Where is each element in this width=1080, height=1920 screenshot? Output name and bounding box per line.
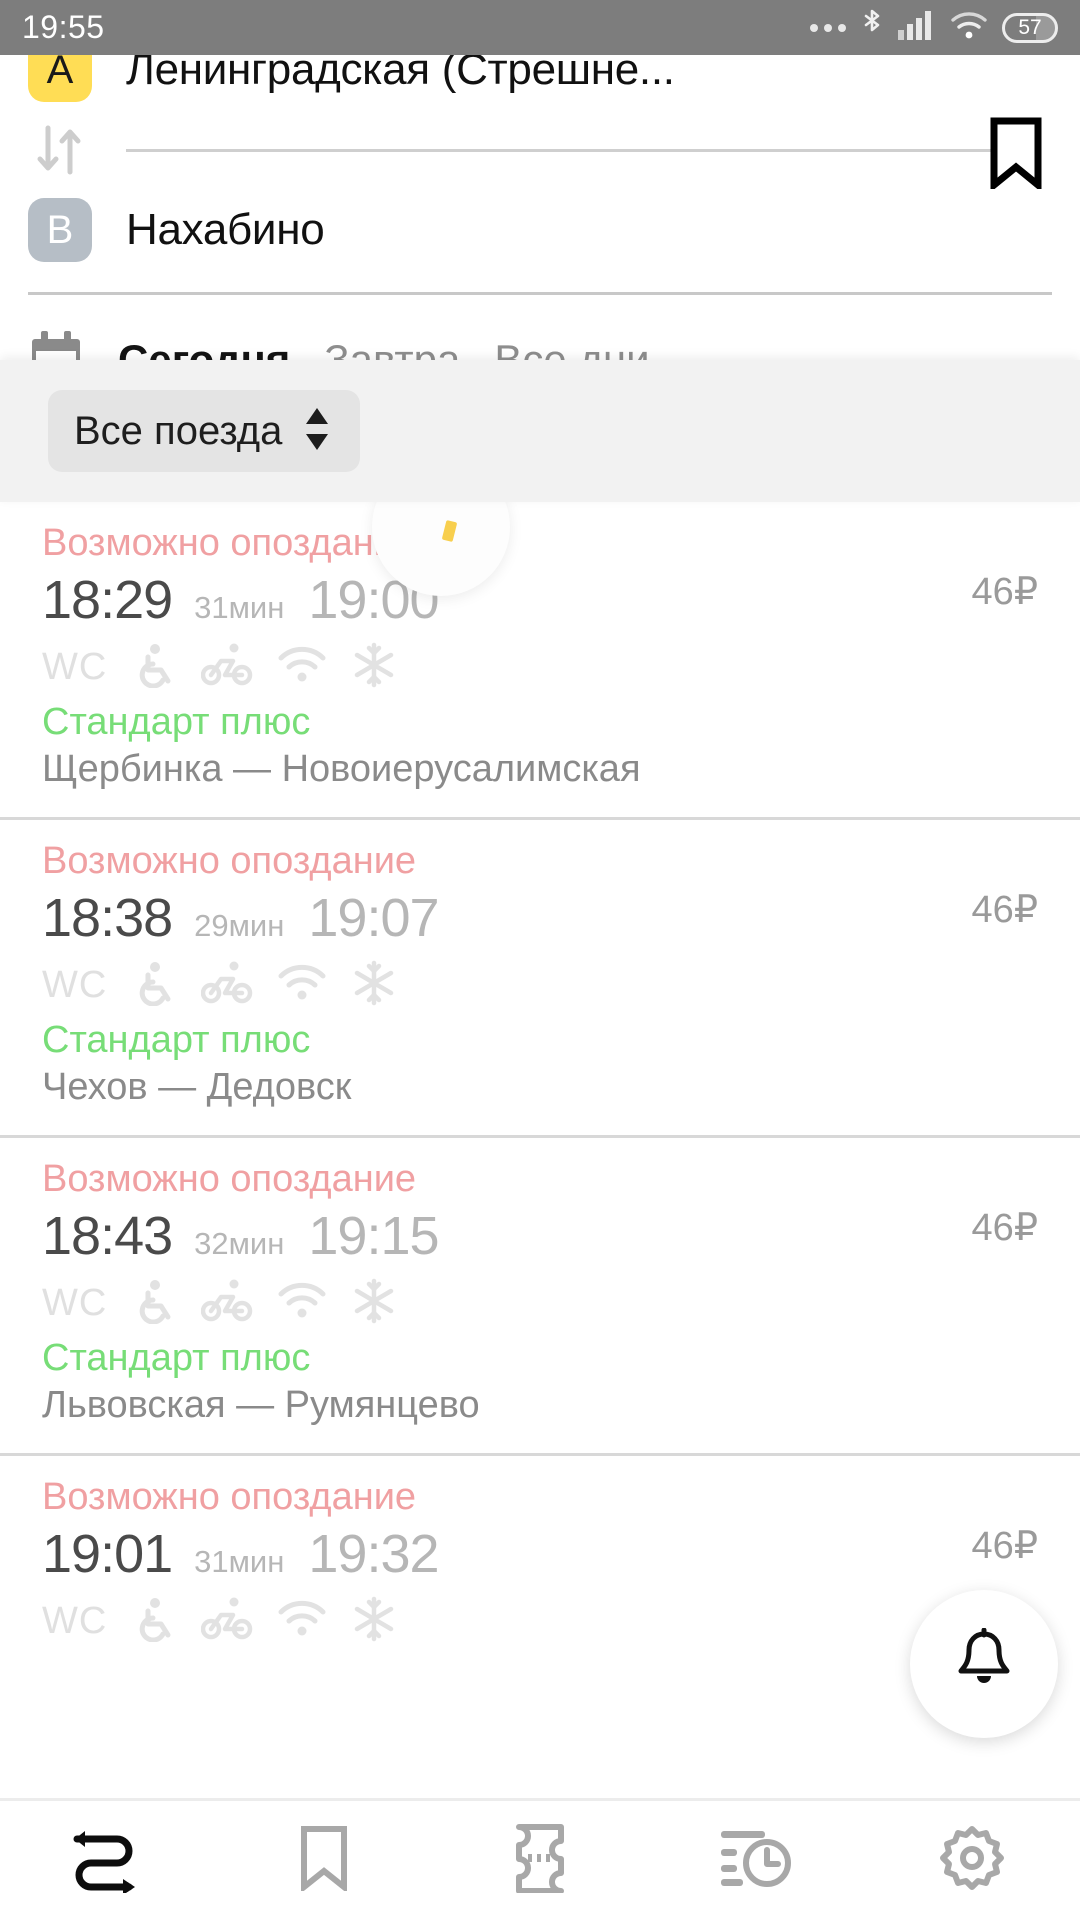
trip-departure-time: 18:43 <box>42 1206 173 1266</box>
trip-amenities: WC <box>42 1595 1038 1647</box>
snowflake-icon <box>351 1596 397 1647</box>
status-bar-clock: 19:55 <box>22 9 105 45</box>
wc-icon: WC <box>42 645 108 688</box>
to-station-row[interactable]: В Нахабино <box>28 182 1052 278</box>
status-bar-icons: 57 <box>810 8 1058 47</box>
wc-icon: WC <box>42 963 108 1006</box>
trip-arrival-time: 19:15 <box>308 1206 439 1266</box>
bookmark-icon <box>299 1825 349 1896</box>
trip-times: 19:01 31мин 19:32 46₽ <box>42 1523 1038 1585</box>
trip-price: 46₽ <box>971 571 1038 613</box>
trip-duration: 31мин <box>194 590 285 625</box>
trip-arrival-time: 19:07 <box>308 888 439 948</box>
trip-warning: Возможно опоздание <box>42 1476 417 1518</box>
gear-icon <box>937 1823 1007 1898</box>
trip-tariff: Стандарт плюс <box>42 701 311 743</box>
bicycle-icon <box>201 1596 253 1647</box>
trip-amenities: WC <box>42 959 1038 1011</box>
trip-segment: Щербинка — Новоиерусалимская <box>42 748 641 790</box>
sidebar-item-settings[interactable] <box>864 1800 1080 1920</box>
trip-times: 18:43 32мин 19:15 46₽ <box>42 1205 1038 1267</box>
battery-icon: 57 <box>1002 12 1058 43</box>
trip-tariff: Стандарт плюс <box>42 1019 311 1061</box>
trip-row[interactable]: Возможно опоздание 18:38 29мин 19:07 46₽… <box>0 817 1080 1135</box>
wheelchair-icon <box>131 642 177 693</box>
wheelchair-icon <box>131 1596 177 1647</box>
wc-icon: WC <box>42 1281 108 1324</box>
bicycle-icon <box>201 642 253 693</box>
status-bar: 19:55 57 <box>0 0 1080 55</box>
sidebar-item-history[interactable] <box>648 1800 864 1920</box>
wifi-icon <box>277 645 327 690</box>
trip-price: 46₽ <box>971 889 1038 931</box>
trip-duration: 29мин <box>194 908 285 943</box>
snowflake-icon <box>351 1278 397 1329</box>
swap-row <box>28 118 1052 182</box>
trip-segment: Чехов — Дедовск <box>42 1066 352 1108</box>
sidebar-item-bookmarks[interactable] <box>216 1800 432 1920</box>
sidebar-item-routes[interactable] <box>0 1800 216 1920</box>
trip-warning: Возможно опоздание <box>42 522 417 564</box>
wifi-icon <box>277 1599 327 1644</box>
trip-segment: Львовская — Румянцево <box>42 1384 480 1426</box>
sidebar-item-tickets[interactable] <box>432 1800 648 1920</box>
trip-amenities: WC <box>42 641 1038 693</box>
trip-departure-time: 18:29 <box>42 570 173 630</box>
to-badge: В <box>28 198 92 262</box>
trip-price: 46₽ <box>971 1207 1038 1249</box>
sort-updown-icon <box>300 405 334 458</box>
more-dots-icon <box>810 23 846 32</box>
app-root: 19:55 57 А Ленинградская (Стрешне... В Н… <box>0 0 1080 1920</box>
trip-warning: Возможно опоздание <box>42 1158 417 1200</box>
ticket-icon <box>513 1823 567 1898</box>
trips-list[interactable]: Возможно опоздание 18:29 31мин 19:00 46₽… <box>0 502 1080 1798</box>
bicycle-icon <box>201 1278 253 1329</box>
trip-departure-time: 18:38 <box>42 888 173 948</box>
notification-fab[interactable] <box>910 1590 1058 1738</box>
cellular-signal-icon <box>898 10 936 45</box>
train-type-filter-label: Все поезда <box>74 408 283 453</box>
trip-tariff: Стандарт плюс <box>42 1337 311 1379</box>
history-clock-icon <box>717 1825 795 1896</box>
filter-panel: Все поезда <box>0 360 1080 502</box>
wc-icon: WC <box>42 1599 108 1642</box>
trip-times: 18:29 31мин 19:00 46₽ <box>42 569 1038 631</box>
trip-times: 18:38 29мин 19:07 46₽ <box>42 887 1038 949</box>
bicycle-icon <box>201 960 253 1011</box>
to-station-name: Нахабино <box>126 205 325 254</box>
battery-level: 57 <box>1018 15 1042 39</box>
trip-row[interactable]: Возможно опоздание 18:29 31мин 19:00 46₽… <box>0 502 1080 817</box>
wifi-icon <box>277 963 327 1008</box>
trip-departure-time: 19:01 <box>42 1524 173 1584</box>
trip-row[interactable]: Возможно опоздание 18:43 32мин 19:15 46₽… <box>0 1135 1080 1453</box>
train-type-filter-chip[interactable]: Все поезда <box>48 390 361 472</box>
trip-amenities: WC <box>42 1277 1038 1329</box>
bottom-nav <box>0 1798 1080 1920</box>
trip-arrival-time: 19:32 <box>308 1524 439 1584</box>
wheelchair-icon <box>131 960 177 1011</box>
bookmark-icon[interactable] <box>980 114 1052 192</box>
spinner-tick <box>441 520 458 543</box>
snowflake-icon <box>351 960 397 1011</box>
route-header: А Ленинградская (Стрешне... В Нахабино С… <box>0 0 1080 390</box>
bluetooth-icon <box>860 8 884 47</box>
wheelchair-icon <box>131 1278 177 1329</box>
wifi-icon <box>950 10 988 45</box>
trip-price: 46₽ <box>971 1525 1038 1567</box>
trip-duration: 32мин <box>194 1226 285 1261</box>
trip-duration: 31мин <box>194 1544 285 1579</box>
swap-vertical-icon[interactable] <box>28 122 92 178</box>
route-arrows-icon <box>69 1823 147 1898</box>
snowflake-icon <box>351 642 397 693</box>
bell-icon <box>953 1627 1015 1701</box>
wifi-icon <box>277 1281 327 1326</box>
trip-warning: Возможно опоздание <box>42 840 417 882</box>
header-divider <box>126 148 992 152</box>
